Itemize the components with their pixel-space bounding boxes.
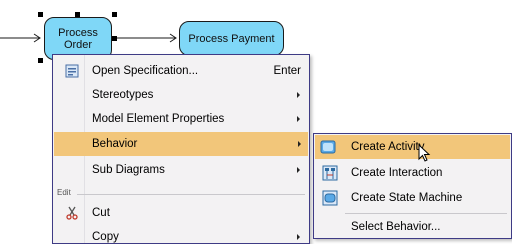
menu-item-label: Model Element Properties <box>92 113 225 125</box>
menu-item-model-element-properties[interactable]: Model Element Properties <box>57 107 307 131</box>
context-menu: Open Specification... Enter Stereotypes … <box>52 54 310 244</box>
menu-item-behavior[interactable]: Behavior <box>54 132 308 156</box>
interaction-diagram-icon <box>322 165 338 181</box>
menu-section-edit: Edit <box>57 188 305 199</box>
submenu-item-label: Create Activity <box>351 141 425 153</box>
submenu-item-create-state-machine[interactable]: Create State Machine <box>317 186 510 210</box>
action-node-label: Process Payment <box>188 32 275 45</box>
menu-separator <box>345 213 507 214</box>
menu-separator <box>77 194 305 195</box>
menu-item-cut[interactable]: Cut <box>57 201 307 225</box>
menu-item-copy[interactable]: Copy <box>57 225 307 243</box>
submenu-item-create-interaction[interactable]: Create Interaction <box>317 161 510 185</box>
menu-item-open-specification[interactable]: Open Specification... Enter <box>57 59 307 83</box>
submenu-arrow-icon <box>298 141 301 147</box>
mouse-cursor-icon <box>418 144 431 162</box>
submenu-arrow-icon <box>297 116 300 122</box>
menu-section-label: Edit <box>57 188 73 197</box>
menu-item-shortcut: Enter <box>273 65 302 77</box>
submenu-arrow-icon <box>297 234 300 240</box>
selection-handle-bottom-left[interactable] <box>38 58 43 63</box>
action-node-process-payment[interactable]: Process Payment <box>179 21 284 56</box>
menu-item-label: Behavior <box>92 138 138 150</box>
selection-handle-right-center[interactable] <box>112 36 117 41</box>
submenu-item-label: Create Interaction <box>351 167 443 179</box>
specification-icon <box>65 64 79 78</box>
menu-item-label: Sub Diagrams <box>92 164 165 176</box>
action-node-label: Process Order <box>58 26 98 51</box>
submenu-item-select-behavior[interactable]: Select Behavior... <box>317 215 510 239</box>
menu-item-label: Copy <box>92 231 119 243</box>
behavior-submenu: Create Activity Create Interaction Creat… <box>313 133 512 239</box>
activity-diagram-icon <box>320 140 336 154</box>
scissors-icon <box>66 206 78 220</box>
menu-item-label: Open Specification... <box>92 65 199 77</box>
submenu-arrow-icon <box>297 167 300 173</box>
submenu-arrow-icon <box>297 92 300 98</box>
menu-item-label: Cut <box>92 207 110 219</box>
selection-handle-top-left[interactable] <box>38 12 43 17</box>
submenu-item-label: Select Behavior... <box>351 221 441 233</box>
menu-item-sub-diagrams[interactable]: Sub Diagrams <box>57 158 307 182</box>
menu-item-stereotypes[interactable]: Stereotypes <box>57 83 307 107</box>
selection-handle-top-right[interactable] <box>112 12 117 17</box>
submenu-item-create-activity[interactable]: Create Activity <box>315 135 510 159</box>
submenu-item-label: Create State Machine <box>351 192 463 204</box>
state-machine-diagram-icon <box>322 190 338 206</box>
menu-item-label: Stereotypes <box>92 89 154 101</box>
